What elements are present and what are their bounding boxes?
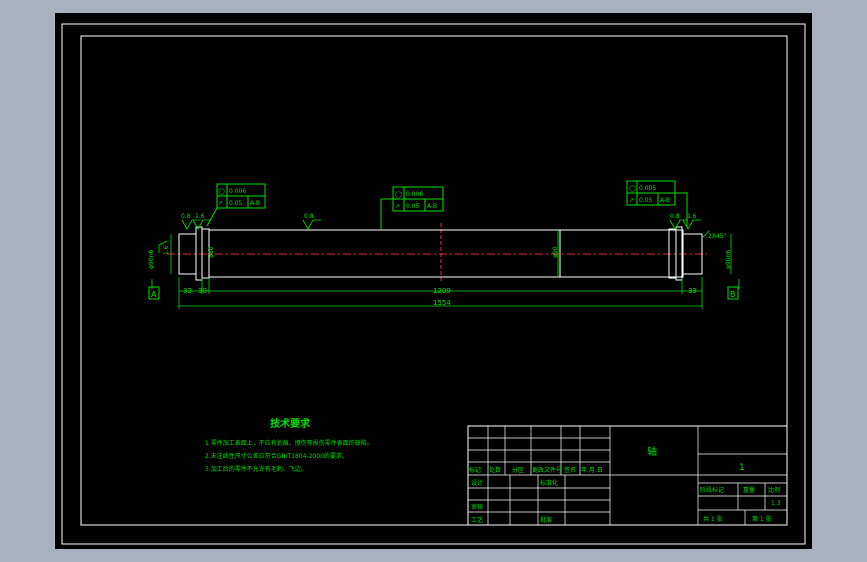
- dim-middle-length: 1209: [433, 287, 451, 295]
- tol-right-r2-datum: A-B: [660, 197, 670, 204]
- roughness-symbols: [158, 219, 701, 253]
- outer-border: [61, 23, 806, 545]
- tb-label-mark: 标记: [469, 466, 481, 474]
- tol-mid-r2-datum: A-B: [427, 203, 437, 210]
- tol-right-r1-symbol: ◯: [629, 185, 636, 192]
- tb-sheets-total: 共 1 张: [703, 515, 723, 523]
- roughness-6: 1.6: [163, 245, 170, 255]
- tol-right-r2-symbol: ↗: [629, 197, 634, 204]
- tech-req-item-2: 2.未注线性尺寸公差应符合GB/T1804-2000的要求。: [205, 452, 348, 460]
- tolerance-frame-middle: ◯ 0.006 ↗ 0.05 A-B: [380, 186, 444, 230]
- tb-review: 审核: [471, 503, 483, 511]
- roughness-1: 0.8: [181, 213, 191, 220]
- tb-scale: 1:3: [771, 500, 781, 507]
- dimension-lines: [151, 230, 740, 309]
- tb-label-count: 处数: [489, 466, 501, 474]
- tb-label-change-doc: 更改文件号: [532, 466, 562, 474]
- dim-left-end-diameter: φ90n6: [148, 250, 155, 269]
- dim-mid-diameter: φ90: [552, 246, 559, 258]
- tb-part-name: 轴: [647, 445, 657, 458]
- tolerance-frame-left: ◯ 0.006 ↗ 0.05 A-B: [206, 183, 266, 227]
- tb-sheet-of: 第 1 张: [752, 515, 772, 523]
- tol-left-r1-value: 0.006: [229, 188, 246, 195]
- tb-process: 工艺: [471, 516, 483, 524]
- dim-left-step: 30: [198, 287, 207, 295]
- roughness-2: 1.6: [195, 213, 205, 220]
- tol-right-r1-value: 0.005: [639, 185, 656, 192]
- tol-left-r2-symbol: ↗: [218, 200, 223, 207]
- tech-req-title: 技术要求: [270, 417, 311, 430]
- tech-req-item-1: 1.零件加工表面上，不应有划痕、擦伤等损伤零件表面的缺陷。: [205, 439, 373, 447]
- roughness-3: 0.8: [304, 213, 314, 220]
- dim-overall-length: 1554: [433, 299, 451, 307]
- cad-viewport[interactable]: 32 30 1209 33 1554 φ90n6 φ80 φ90 φ90n6 A…: [55, 13, 812, 549]
- tb-standardize: 标准化: [540, 479, 558, 487]
- tol-left-r1-symbol: ◯: [218, 188, 225, 195]
- tb-scale-label: 比例: [768, 486, 780, 494]
- tol-mid-r1-value: 0.006: [406, 191, 423, 198]
- drawing-canvas: 32 30 1209 33 1554 φ90n6 φ80 φ90 φ90n6 A…: [61, 23, 806, 545]
- chamfer-label: 2X45°: [708, 233, 727, 240]
- tb-label-sign: 签名: [564, 466, 576, 474]
- tb-design: 设计: [471, 479, 483, 487]
- tol-mid-r2-value: 0.05: [406, 203, 420, 210]
- dim-right-end-diameter: φ90n6: [725, 250, 732, 269]
- tech-req-item-3: 3.加工后的零件不允许有毛刺、飞边。: [205, 465, 307, 473]
- tol-left-r2-datum: A-B: [250, 200, 260, 207]
- tol-mid-r1-symbol: ◯: [395, 191, 402, 198]
- tol-left-r2-value: 0.05: [229, 200, 243, 207]
- tolerance-frame-right: ◯ 0.005 ↗ 0.05 A-B: [626, 180, 688, 227]
- tol-mid-r2-symbol: ↗: [395, 203, 400, 210]
- roughness-4: 1.6: [687, 213, 697, 220]
- tb-label-date: 年.月.日: [581, 466, 603, 474]
- tol-right-r2-value: 0.05: [639, 197, 653, 204]
- shaft: [167, 223, 707, 283]
- datum-right: B: [730, 290, 736, 299]
- dim-left-end: 32: [183, 287, 192, 295]
- tb-stage-mark: 阶段标记: [700, 486, 724, 494]
- tb-label-zone: 分区: [512, 466, 524, 474]
- dim-right-end: 33: [688, 287, 697, 295]
- dim-left-body-diameter: φ80: [208, 246, 215, 258]
- title-block: 标记 处数 分区 更改文件号 签名 年.月.日 设计 标准化 审核 工艺 批准 …: [467, 425, 788, 526]
- roughness-5: 0.8: [670, 213, 680, 220]
- tb-approve: 批准: [540, 516, 552, 524]
- tb-sheet-number: 1: [739, 463, 745, 473]
- tb-weight: 重量: [743, 486, 755, 494]
- datum-left: A: [151, 290, 157, 299]
